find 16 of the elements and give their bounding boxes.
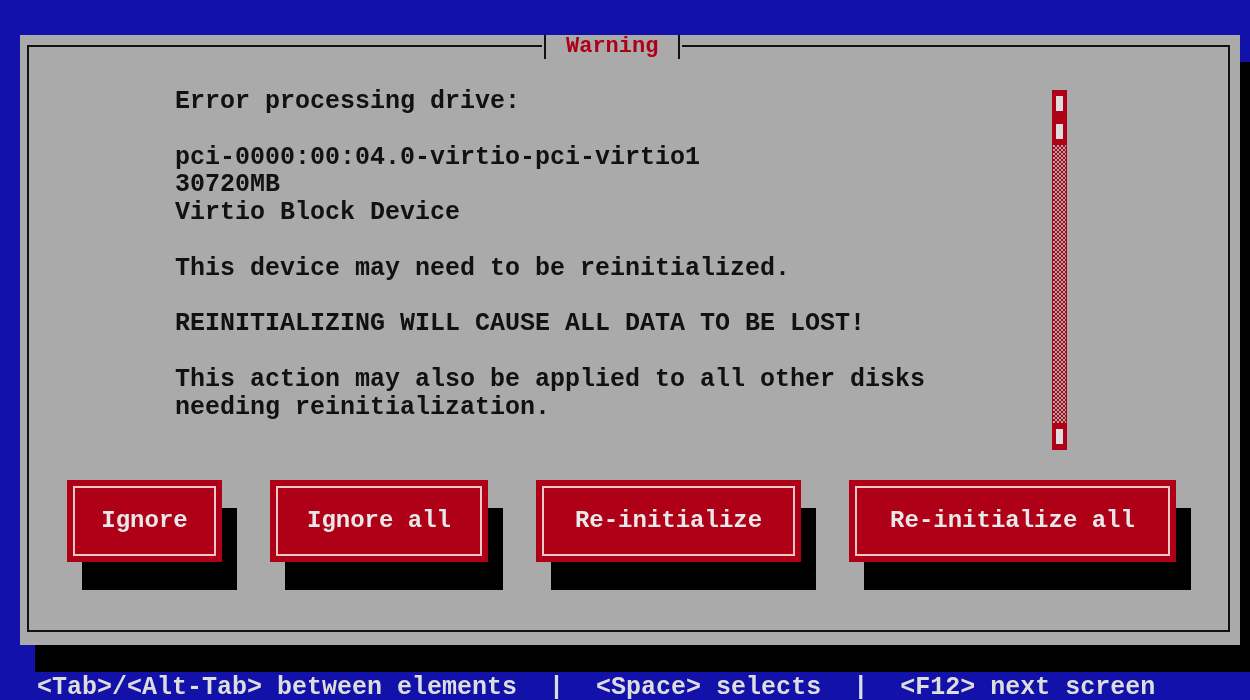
message-text: REINITIALIZING WILL CAUSE ALL DATA TO BE LOST! (175, 310, 867, 339)
message-text: This action may also be applied to all other disks needing reinitialization. (175, 365, 926, 422)
message-text: pci-0000:00:04.0-virtio-pci-virtio1 30720MB Virtio Block Device (175, 143, 702, 227)
scrollbar[interactable] (1052, 90, 1067, 450)
key-hint: <Tab>/<Alt-Tab> between elements (37, 675, 518, 700)
dialog-button[interactable]: Ignore all (270, 480, 488, 562)
dialog-button[interactable]: Ignore (67, 480, 222, 562)
dialog-button[interactable]: Re-initialize (536, 480, 801, 562)
dialog-title: Warning (565, 35, 660, 59)
key-hint: <F12> next screen (900, 675, 1156, 700)
separator: | (853, 675, 869, 700)
separator: | (549, 675, 565, 700)
dialog-button[interactable]: Re-initialize all (849, 480, 1176, 562)
message-text: Error processing drive: (175, 88, 522, 116)
key-hint: <Space> selects (596, 675, 822, 700)
message-text: This device may need to be reinitialized. (175, 254, 792, 283)
